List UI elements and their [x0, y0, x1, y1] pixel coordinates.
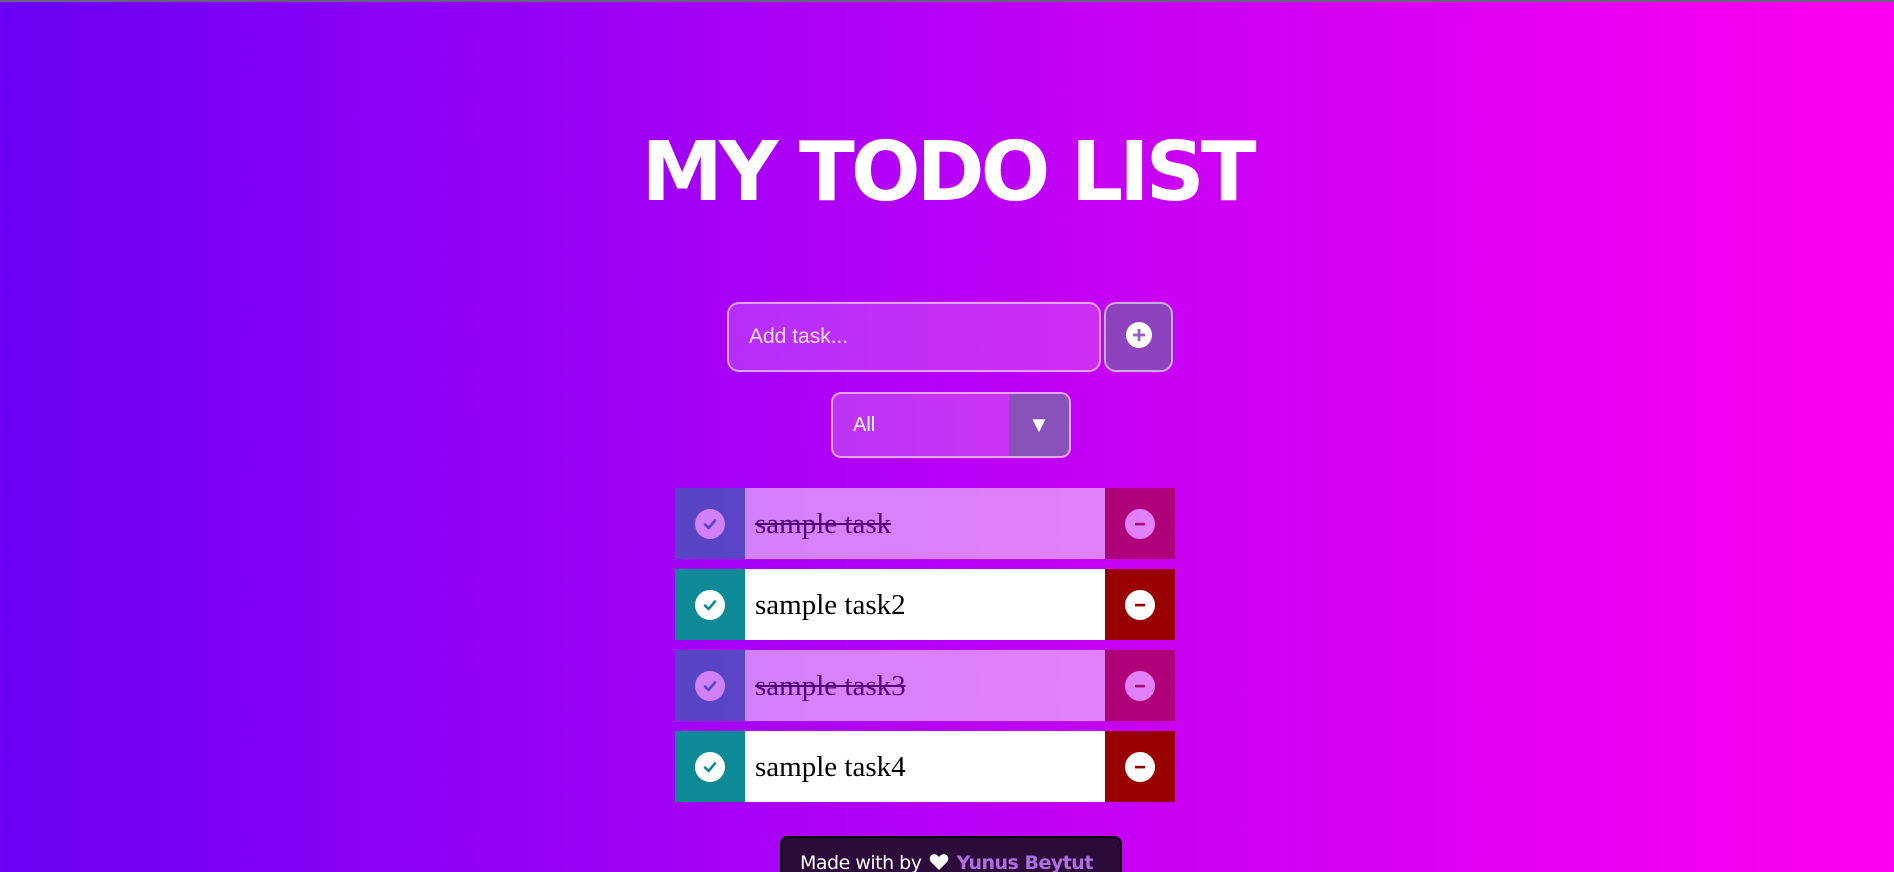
todo-text: sample task4	[745, 731, 1105, 802]
add-task-input[interactable]	[727, 302, 1101, 372]
complete-button[interactable]	[675, 731, 745, 802]
filter-selected-value: All	[853, 414, 876, 436]
made-with-text: Made with by	[800, 852, 922, 872]
complete-button[interactable]	[675, 488, 745, 559]
todo-item: sample task	[675, 488, 1175, 559]
todo-item: sample task4	[675, 731, 1175, 802]
check-circle-icon	[695, 508, 725, 539]
delete-button[interactable]	[1105, 488, 1175, 559]
minus-circle-icon	[1125, 751, 1155, 782]
todo-item: sample task2	[675, 569, 1175, 640]
todo-item: sample task3	[675, 650, 1175, 721]
top-border-line	[0, 0, 1894, 2]
check-circle-icon	[695, 589, 725, 620]
todo-list: sample task sample task2 sample task3 sa…	[675, 488, 1175, 812]
minus-circle-icon	[1125, 670, 1155, 701]
delete-button[interactable]	[1105, 650, 1175, 721]
footer-credit: Made with by Yunus Beytut	[780, 836, 1122, 872]
todo-text: sample task	[745, 488, 1105, 559]
page-title: MY TODO LIST	[641, 125, 1256, 220]
add-task-button[interactable]	[1104, 302, 1173, 372]
chevron-down-icon[interactable]: ▼	[1009, 394, 1069, 456]
todo-text: sample task2	[745, 569, 1105, 640]
plus-circle-icon	[1125, 321, 1153, 354]
delete-button[interactable]	[1105, 731, 1175, 802]
delete-button[interactable]	[1105, 569, 1175, 640]
minus-circle-icon	[1125, 508, 1155, 539]
check-circle-icon	[695, 751, 725, 782]
author-link[interactable]: Yunus Beytut	[957, 852, 1094, 872]
complete-button[interactable]	[675, 569, 745, 640]
todo-text: sample task3	[745, 650, 1105, 721]
check-circle-icon	[695, 670, 725, 701]
filter-select[interactable]: All ▼	[831, 392, 1071, 458]
complete-button[interactable]	[675, 650, 745, 721]
heart-icon	[929, 853, 949, 872]
minus-circle-icon	[1125, 589, 1155, 620]
